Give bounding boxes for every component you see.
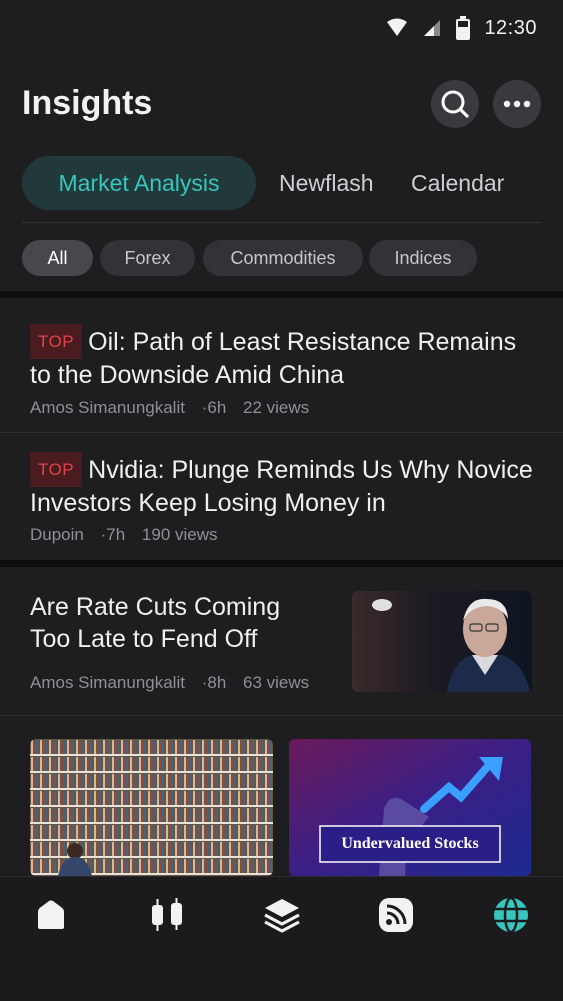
article-headline: TOP Nvidia: Plunge Reminds Us Why Novice … xyxy=(30,452,537,516)
bottom-nav xyxy=(0,876,563,1001)
filter-chip-forex[interactable]: Forex xyxy=(100,240,195,276)
search-button[interactable] xyxy=(431,80,479,128)
card-caption: Undervalued Stocks xyxy=(341,835,479,852)
article-card-image[interactable] xyxy=(30,739,273,876)
article-item[interactable]: TOP Nvidia: Plunge Reminds Us Why Novice … xyxy=(0,433,563,560)
article-headline: TOP Oil: Path of Least Resistance Remains… xyxy=(30,324,537,391)
nav-portfolio[interactable] xyxy=(262,895,302,935)
article-thumbnail xyxy=(352,591,532,692)
globe-icon xyxy=(494,896,528,934)
filter-chip-indices[interactable]: Indices xyxy=(369,240,477,276)
section-tabs: Market Analysis Newflash Calendar xyxy=(22,156,541,210)
article-card-image[interactable]: Undervalued Stocks xyxy=(289,739,531,876)
nav-insights[interactable] xyxy=(491,895,531,935)
wifi-icon xyxy=(387,18,408,36)
battery-icon xyxy=(456,16,471,40)
article-meta: Amos Simanungkalit ·6h 22 views xyxy=(30,398,321,418)
more-button[interactable] xyxy=(493,80,541,128)
article-views: 190 views xyxy=(141,525,218,544)
top-badge: TOP xyxy=(30,324,83,359)
article-author: Dupoin xyxy=(30,525,84,544)
article-item[interactable]: TOP Oil: Path of Least Resistance Remains… xyxy=(0,298,563,432)
section-separator xyxy=(0,291,563,298)
article-author: Amos Simanungkalit xyxy=(30,398,185,417)
filter-chip-commodities[interactable]: Commodities xyxy=(203,240,363,276)
article-title: Are Rate Cuts Coming Too Late to Fend Of… xyxy=(30,593,281,653)
more-horizontal-icon xyxy=(503,100,531,108)
tab-market-analysis[interactable]: Market Analysis xyxy=(22,156,256,210)
article-time: ·6h xyxy=(201,398,227,417)
header: Insights xyxy=(22,76,541,132)
article-title: Oil: Path of Least Resistance Remains to… xyxy=(30,328,517,389)
article-meta: Amos Simanungkalit ·8h 63 views xyxy=(30,673,321,693)
section-separator xyxy=(0,560,563,567)
tab-calendar[interactable]: Calendar xyxy=(411,170,504,197)
article-title: Nvidia: Plunge Reminds Us Why Novice Inv… xyxy=(30,456,533,516)
article-time: ·8h xyxy=(201,673,227,692)
article-meta: Dupoin ·7h 190 views xyxy=(30,525,230,545)
feed-icon xyxy=(379,898,413,932)
library-bookshelves-image xyxy=(30,739,273,876)
status-time: 12:30 xyxy=(484,16,537,39)
search-icon xyxy=(441,90,469,118)
filter-chip-all[interactable]: All xyxy=(22,240,93,276)
layers-icon xyxy=(264,899,300,933)
tabs-divider xyxy=(22,222,541,223)
article-item[interactable]: Are Rate Cuts Coming Too Late to Fend Of… xyxy=(0,567,563,715)
article-author: Amos Simanungkalit xyxy=(30,673,185,692)
nav-markets[interactable] xyxy=(147,895,187,935)
cellular-signal-icon xyxy=(424,20,441,36)
nav-feed[interactable] xyxy=(376,895,416,935)
nav-home[interactable] xyxy=(31,895,71,935)
row-divider xyxy=(0,715,563,716)
top-badge: TOP xyxy=(30,452,83,487)
tab-newflash[interactable]: Newflash xyxy=(279,170,374,197)
article-time: ·7h xyxy=(100,525,126,544)
page-title: Insights xyxy=(22,84,153,122)
home-icon xyxy=(38,900,64,929)
article-views: 63 views xyxy=(243,673,310,692)
article-views: 22 views xyxy=(243,398,310,417)
status-bar: 12:30 xyxy=(0,0,563,56)
candlestick-icon xyxy=(152,898,182,931)
